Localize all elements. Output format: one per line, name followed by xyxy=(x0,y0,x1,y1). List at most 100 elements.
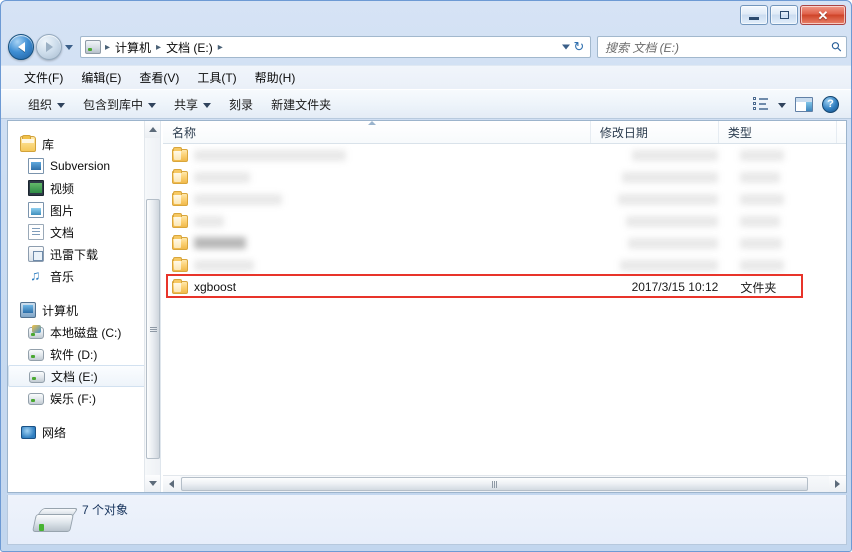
horizontal-scrollbar[interactable] xyxy=(163,475,846,492)
window-controls: ✕ xyxy=(740,5,846,25)
new-folder-button[interactable]: 新建文件夹 xyxy=(262,93,340,116)
file-list-pane: 名称 修改日期 类型 xgboost 2017/3/15 10:12 文件夹 xyxy=(163,121,846,492)
minimize-button[interactable] xyxy=(740,5,768,25)
scroll-down-button[interactable] xyxy=(145,475,160,492)
share-button[interactable]: 共享 xyxy=(165,93,220,116)
table-row[interactable] xyxy=(163,232,846,254)
cell-type: 文件夹 xyxy=(740,280,777,295)
search-input[interactable]: 搜索 文档 (E:) xyxy=(605,39,832,56)
cell-name xyxy=(163,188,597,210)
scroll-right-button[interactable] xyxy=(829,475,846,492)
grip-icon xyxy=(149,326,157,332)
sidebar-item-label: 音乐 xyxy=(50,269,75,284)
cell-date xyxy=(597,232,727,254)
help-icon[interactable]: ? xyxy=(822,95,839,113)
drive-icon xyxy=(28,393,44,405)
view-options-icon[interactable] xyxy=(753,97,769,111)
cell-date xyxy=(597,166,727,188)
library-icon xyxy=(20,135,36,152)
drive-icon xyxy=(29,371,45,383)
organize-button[interactable]: 组织 xyxy=(19,93,74,116)
close-button[interactable]: ✕ xyxy=(800,5,846,25)
column-header-type[interactable]: 类型 xyxy=(719,121,837,143)
scroll-up-button[interactable] xyxy=(145,121,160,138)
burn-label: 刻录 xyxy=(229,97,254,112)
menu-tools[interactable]: 工具(T) xyxy=(188,67,245,88)
sidebar-item-videos[interactable]: 视频 xyxy=(8,177,152,199)
title-bar: ✕ xyxy=(1,1,851,29)
sidebar-group-libraries[interactable]: 库 xyxy=(8,133,152,155)
sidebar-item-documents[interactable]: 文档 xyxy=(8,221,152,243)
breadcrumb-item-documents-e[interactable]: 文档 (E:) xyxy=(163,39,216,56)
table-row[interactable] xyxy=(163,144,846,166)
include-in-library-button[interactable]: 包含到库中 xyxy=(74,93,165,116)
redacted-name xyxy=(194,171,250,183)
sidebar-item-drive-c[interactable]: 本地磁盘 (C:) xyxy=(8,321,152,343)
redacted-name xyxy=(194,259,254,271)
cell-date xyxy=(597,188,727,210)
new-folder-label: 新建文件夹 xyxy=(271,97,332,112)
navigation-pane-scrollbar[interactable] xyxy=(144,121,160,492)
breadcrumb-item-computer[interactable]: 计算机 xyxy=(112,39,154,56)
menu-view[interactable]: 查看(V) xyxy=(130,67,188,88)
view-options-chevron-down-icon[interactable] xyxy=(778,102,786,108)
forward-button[interactable] xyxy=(36,34,62,60)
redacted-date xyxy=(632,149,719,161)
table-row[interactable] xyxy=(163,188,846,210)
scroll-left-button[interactable] xyxy=(163,475,180,492)
folder-icon xyxy=(172,168,188,184)
file-name: xgboost xyxy=(194,280,237,294)
video-icon xyxy=(28,180,44,196)
redacted-type xyxy=(740,237,783,249)
minimize-icon xyxy=(749,16,759,20)
column-header-date[interactable]: 修改日期 xyxy=(591,121,719,143)
sidebar-item-drive-e[interactable]: 文档 (E:) xyxy=(8,365,152,387)
redacted-date xyxy=(622,171,719,183)
menu-edit[interactable]: 编辑(E) xyxy=(72,67,130,88)
sidebar-item-drive-f[interactable]: 娱乐 (F:) xyxy=(8,387,152,409)
column-headers: 名称 修改日期 类型 xyxy=(163,121,846,144)
redacted-type xyxy=(740,193,785,205)
column-header-name[interactable]: 名称 xyxy=(163,121,591,143)
sidebar-item-drive-d[interactable]: 软件 (D:) xyxy=(8,343,152,365)
breadcrumb-separator: ▸ xyxy=(156,41,162,53)
breadcrumb-dropdown-icon[interactable] xyxy=(562,44,570,50)
organize-label: 组织 xyxy=(28,97,53,112)
breadcrumb-bar[interactable]: ▸ 计算机 ▸ 文档 (E:) ▸ ↻ xyxy=(80,36,591,58)
sidebar-item-pictures[interactable]: 图片 xyxy=(8,199,152,221)
cell-date xyxy=(597,144,727,166)
history-dropdown-icon[interactable] xyxy=(65,44,73,50)
cell-name xyxy=(163,144,597,166)
drive-icon xyxy=(28,349,44,361)
menu-help[interactable]: 帮助(H) xyxy=(246,67,305,88)
search-box[interactable]: 搜索 文档 (E:) ⚲ xyxy=(597,36,847,58)
chevron-left-icon xyxy=(169,480,174,488)
redacted-type xyxy=(740,215,781,227)
item-count-label: 7 个对象 xyxy=(82,503,129,517)
sidebar-item-thunder-download[interactable]: 迅雷下载 xyxy=(8,243,152,265)
table-row-xgboost[interactable]: xgboost 2017/3/15 10:12 文件夹 xyxy=(163,276,846,298)
scrollbar-thumb[interactable] xyxy=(146,199,160,459)
burn-button[interactable]: 刻录 xyxy=(220,93,262,116)
table-row[interactable] xyxy=(163,166,846,188)
sidebar-group-network[interactable]: 网络 xyxy=(8,421,152,443)
cell-date: 2017/3/15 10:12 xyxy=(631,280,719,294)
file-rows: xgboost 2017/3/15 10:12 文件夹 xyxy=(163,144,846,298)
redacted-name xyxy=(194,215,224,227)
preview-pane-icon[interactable] xyxy=(795,96,813,112)
sidebar-item-subversion[interactable]: Subversion xyxy=(8,155,152,177)
sidebar-item-music[interactable]: 音乐 xyxy=(8,265,152,287)
back-button[interactable] xyxy=(8,34,34,60)
sidebar-group-computer[interactable]: 计算机 xyxy=(8,299,152,321)
grip-icon xyxy=(492,480,497,488)
cell-name: xgboost xyxy=(163,276,597,298)
scrollbar-thumb[interactable] xyxy=(181,477,808,491)
arrow-left-icon xyxy=(17,42,25,52)
menu-file[interactable]: 文件(F) xyxy=(15,67,72,88)
table-row[interactable] xyxy=(163,254,846,276)
maximize-button[interactable] xyxy=(770,5,798,25)
chevron-down-icon xyxy=(203,102,212,108)
table-row[interactable] xyxy=(163,210,846,232)
refresh-button[interactable]: ↻ xyxy=(570,38,588,56)
sidebar-item-label: 娱乐 (F:) xyxy=(50,391,96,406)
